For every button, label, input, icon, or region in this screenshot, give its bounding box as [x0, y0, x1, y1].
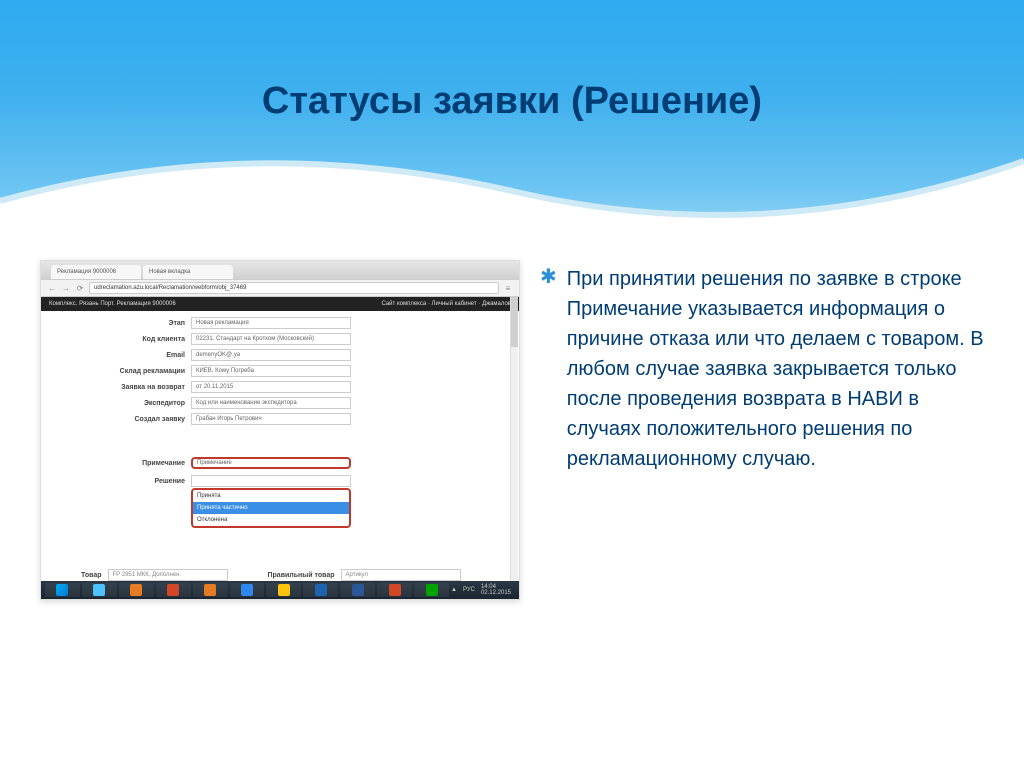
browser-tab[interactable]: Рекламация 9000006 — [51, 265, 141, 279]
body-text: При принятии решения по заявке в строке … — [567, 264, 984, 474]
decision-option[interactable]: Отклонена — [193, 514, 349, 526]
taskbar-app[interactable] — [156, 583, 191, 597]
text-column: ✱ При принятии решения по заявке в строк… — [540, 260, 984, 728]
os-taskbar: ▲ РУС 14:04 02.12.2015 — [41, 581, 519, 599]
field-label: Склад рекламации — [81, 368, 191, 375]
form-row: Код клиента02231. Стандарт на Кротком (М… — [81, 333, 479, 345]
start-button[interactable] — [45, 583, 80, 597]
bullet-star-icon: ✱ — [540, 264, 557, 290]
address-bar: ← → ⟳ udreclamation.azu.local/Reclamatio… — [41, 279, 519, 297]
menu-icon[interactable]: ≡ — [503, 283, 513, 293]
tray-net-icon[interactable]: ▲ — [451, 587, 457, 593]
form-row: ЭкспедиторКод или наименование экспедито… — [81, 397, 479, 409]
page-scrollbar[interactable] — [510, 297, 518, 581]
taskbar-app[interactable] — [377, 583, 412, 597]
taskbar-app[interactable] — [230, 583, 265, 597]
form-row: Решение Принята Принята частично Отклоне… — [81, 475, 479, 487]
warehouse-input[interactable]: КИЕВ, Кому Погреба — [191, 365, 351, 377]
expeditor-input[interactable]: Код или наименование экспедитора — [191, 397, 351, 409]
form-row: EmaildemenyOK@.ya — [81, 349, 479, 361]
reload-icon[interactable]: ⟳ — [75, 283, 85, 293]
field-label: Этап — [81, 320, 191, 327]
return-request-input[interactable]: от 20.11.2015 — [191, 381, 351, 393]
scrollbar-thumb[interactable] — [511, 297, 518, 347]
form-row: Примечание Примечание — [81, 457, 479, 469]
form-row: Заявка на возвратот 20.11.2015 — [81, 381, 479, 393]
taskbar-app[interactable] — [340, 583, 375, 597]
decision-selected[interactable] — [191, 475, 351, 487]
slide: Статусы заявки (Решение) Рекламация 9000… — [0, 0, 1024, 768]
field-label: Экспедитор — [81, 400, 191, 407]
field-label: Код клиента — [81, 336, 191, 343]
form-row: Склад рекламацииКИЕВ, Кому Погреба — [81, 365, 479, 377]
decision-dropdown-list: Принята Принята частично Отклонена — [191, 488, 351, 528]
field-label: Заявка на возврат — [81, 384, 191, 391]
notes-label: Примечание — [81, 460, 191, 467]
page-header-left: Комплекс. Рязань Порт. Рекламация 900000… — [49, 301, 176, 307]
decision-section: Примечание Примечание Решение Принята Пр… — [41, 447, 519, 501]
notes-input[interactable]: Примечание — [191, 457, 351, 469]
taskbar-app[interactable] — [414, 583, 449, 597]
back-icon[interactable]: ← — [47, 283, 57, 293]
url-field[interactable]: udreclamation.azu.local/Reclamation/webf… — [89, 282, 499, 294]
product-label: Товар — [81, 572, 102, 579]
page-header-right: Сайт комплекса · Личный кабинет · Джамал… — [381, 301, 511, 307]
product-value: FP 2951 МКК, Дополнен. — [108, 569, 228, 581]
decision-option[interactable]: Принята частично — [193, 502, 349, 514]
browser-tab[interactable]: Новая вкладка — [143, 265, 233, 279]
field-label: Email — [81, 352, 191, 359]
form-row: ЭтапНовая рекламация — [81, 317, 479, 329]
taskbar-app[interactable] — [266, 583, 301, 597]
page-header-bar: Комплекс. Рязань Порт. Рекламация 900000… — [41, 297, 519, 311]
tray-lang[interactable]: РУС — [463, 587, 475, 593]
tray-date: 02.12.2015 — [481, 590, 511, 596]
correct-product-label: Правильный товар — [268, 572, 335, 579]
correct-product-input[interactable]: Артикул — [341, 569, 461, 581]
forward-icon[interactable]: → — [61, 283, 71, 293]
form-row: Создал заявкуГрабан Игорь Петрович — [81, 413, 479, 425]
decision-option[interactable]: Принята — [193, 490, 349, 502]
email-input[interactable]: demenyOK@.ya — [191, 349, 351, 361]
client-code-input[interactable]: 02231. Стандарт на Кротком (Московский) — [191, 333, 351, 345]
taskbar-app[interactable] — [82, 583, 117, 597]
browser-tab-strip: Рекламация 9000006 Новая вкладка — [41, 261, 519, 279]
slide-title: Статусы заявки (Решение) — [0, 80, 1024, 123]
decision-select[interactable]: Принята Принята частично Отклонена — [191, 475, 351, 487]
creator-input[interactable]: Грабан Игорь Петрович — [191, 413, 351, 425]
taskbar-app[interactable] — [303, 583, 338, 597]
taskbar-app[interactable] — [193, 583, 228, 597]
form-area: ЭтапНовая рекламация Код клиента02231. С… — [41, 311, 519, 435]
embedded-screenshot: Рекламация 9000006 Новая вкладка ← → ⟳ u… — [40, 260, 520, 600]
content-area: Рекламация 9000006 Новая вкладка ← → ⟳ u… — [40, 260, 984, 728]
taskbar-app[interactable] — [119, 583, 154, 597]
field-label: Создал заявку — [81, 416, 191, 423]
wave-shape — [0, 121, 1024, 241]
bullet-item: ✱ При принятии решения по заявке в строк… — [540, 264, 984, 474]
system-tray: ▲ РУС 14:04 02.12.2015 — [451, 584, 515, 596]
stage-select[interactable]: Новая рекламация — [191, 317, 351, 329]
decision-label: Решение — [81, 478, 191, 485]
bottom-row: Товар FP 2951 МКК, Дополнен. Правильный … — [81, 569, 479, 581]
